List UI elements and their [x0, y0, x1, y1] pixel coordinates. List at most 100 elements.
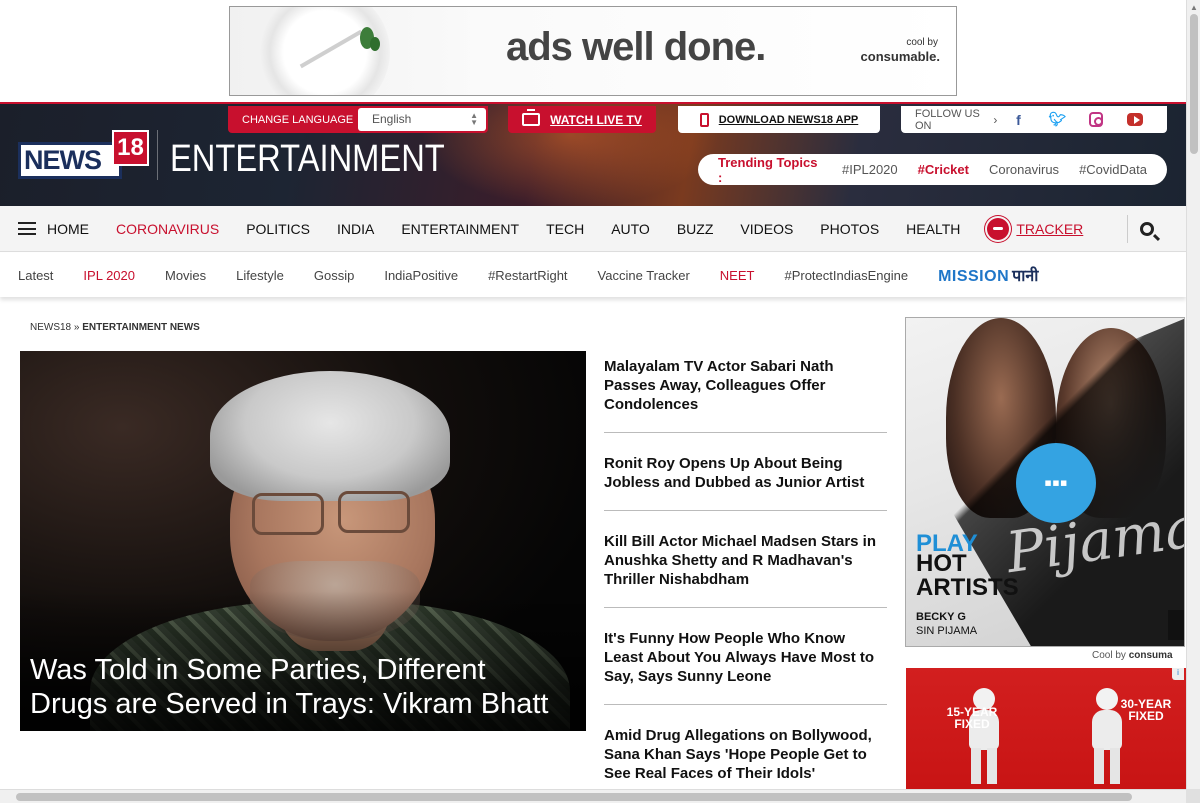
nav-item-politics[interactable]: POLITICS [246, 221, 310, 237]
play-icon[interactable]: ▪▪▪ [1016, 443, 1096, 523]
nav-divider [1127, 215, 1128, 243]
sub-nav: Latest IPL 2020 Movies Lifestyle Gossip … [0, 253, 1186, 297]
headline-item[interactable]: Malayalam TV Actor Sabari Nath Passes Aw… [604, 352, 887, 433]
subnav-item-gossip[interactable]: Gossip [314, 268, 354, 283]
nav-item-coronavirus[interactable]: CORONAVIRUS [116, 221, 219, 237]
change-language-bar: CHANGE LANGUAGE English ▲ ▼ [228, 106, 488, 133]
tracker-label: TRACKER [1016, 220, 1084, 237]
logo-number: 18 [112, 130, 149, 166]
subnav-item-restartright[interactable]: #RestartRight [488, 268, 567, 283]
trending-topic[interactable]: #IPL2020 [842, 162, 898, 177]
subnav-item-vaccine-tracker[interactable]: Vaccine Tracker [598, 268, 690, 283]
hero-story[interactable]: Was Told in Some Parties, Different Drug… [20, 351, 586, 731]
figure-leg [1110, 748, 1120, 784]
follow-us-bar: FOLLOW US ON › f 🐦︎ [901, 106, 1167, 133]
follow-us-label: FOLLOW US ON [915, 107, 980, 132]
watch-live-tv-button[interactable]: WATCH LIVE TV [508, 106, 656, 133]
trending-topic[interactable]: #Cricket [918, 162, 969, 177]
deezer-logo-icon [1168, 610, 1184, 640]
paani-text: पानी [1012, 268, 1039, 285]
ad-hot-text: HOT [916, 550, 967, 577]
scroll-up-icon[interactable]: ▲ [1190, 3, 1198, 12]
nav-item-buzz[interactable]: BUZZ [677, 221, 714, 237]
nav-item-home[interactable]: HOME [47, 221, 89, 237]
mission-paani-logo[interactable]: MISSION पानी [938, 264, 1038, 286]
horizontal-scroll-thumb[interactable] [16, 793, 1132, 801]
language-select[interactable]: English ▲ ▼ [358, 108, 486, 131]
headline-item[interactable]: Kill Bill Actor Michael Madsen Stars in … [604, 527, 887, 608]
ad-cool-by: cool by [906, 37, 938, 48]
trending-topic[interactable]: #CovidData [1079, 162, 1147, 177]
subnav-item-movies[interactable]: Movies [165, 268, 206, 283]
nav-item-auto[interactable]: AUTO [611, 221, 650, 237]
figure-leg [987, 748, 997, 784]
hamburger-menu-icon[interactable] [18, 222, 36, 235]
side-ad-cool-by-label: Cool by [1092, 650, 1126, 661]
nav-item-photos[interactable]: PHOTOS [820, 221, 879, 237]
vertical-scroll-thumb[interactable] [1190, 14, 1198, 154]
search-icon[interactable] [1140, 222, 1154, 236]
nav-item-tech[interactable]: TECH [546, 221, 584, 237]
breadcrumb-root[interactable]: NEWS18 [30, 322, 71, 333]
headline-item[interactable]: It's Funny How People Who Know Least Abo… [604, 624, 887, 705]
phone-icon [699, 112, 709, 127]
subnav-item-lifestyle[interactable]: Lifestyle [236, 268, 284, 283]
horizontal-scrollbar[interactable] [0, 789, 1186, 803]
twitter-icon[interactable]: 🐦︎ [1049, 111, 1067, 128]
watch-live-tv-label: WATCH LIVE TV [550, 112, 642, 127]
ad-label-30-year: 30-YEAR FIXED [1120, 697, 1172, 723]
subnav-item-neet[interactable]: NEET [720, 268, 755, 283]
hero-image-hair [210, 371, 450, 501]
headline-item[interactable]: Ronit Roy Opens Up About Being Jobless a… [604, 449, 887, 511]
virus-icon [987, 217, 1010, 240]
change-language-label: CHANGE LANGUAGE [242, 113, 354, 126]
hero-title[interactable]: Was Told in Some Parties, Different Drug… [30, 653, 570, 721]
site-header: CHANGE LANGUAGE English ▲ ▼ WATCH LIVE TV… [0, 102, 1186, 206]
figure-head [1096, 688, 1118, 710]
logo-text: NEWS [18, 142, 122, 179]
ad-label-15-year: 15-YEAR FIXED [946, 705, 998, 731]
side-ad-music[interactable]: Pijama ▪▪▪ PLAY HOT ARTISTS BECKY G SIN P… [905, 317, 1185, 647]
side-ad-brand: consuma [1128, 650, 1173, 661]
nav-item-india[interactable]: INDIA [337, 221, 374, 237]
header-divider [157, 130, 158, 180]
vertical-scrollbar[interactable]: ▲ [1186, 0, 1200, 803]
figure-leg [971, 748, 981, 784]
download-app-button[interactable]: DOWNLOAD NEWS18 APP [678, 106, 880, 133]
top-ad-area: ads well done. cool by consumable. [0, 0, 1200, 102]
facebook-icon[interactable]: f [1011, 112, 1025, 128]
breadcrumb-separator: » [71, 322, 83, 333]
nav-item-tracker[interactable]: TRACKER [987, 217, 1084, 240]
hero-image-glasses-left [252, 493, 324, 535]
side-ad-mortgage[interactable]: i 15-YEAR FIXED 30-YEAR FIXED [906, 668, 1186, 790]
subnav-item-latest[interactable]: Latest [18, 268, 53, 283]
instagram-icon[interactable] [1089, 112, 1104, 127]
breadcrumb: NEWS18 » ENTERTAINMENT NEWS [30, 322, 200, 333]
ad-artist-name: BECKY G [916, 611, 966, 623]
nav-item-health[interactable]: HEALTH [906, 221, 960, 237]
nav-item-videos[interactable]: VIDEOS [740, 221, 793, 237]
select-arrows-icon: ▲ ▼ [470, 111, 478, 127]
nav-item-entertainment[interactable]: ENTERTAINMENT [401, 221, 519, 237]
youtube-icon[interactable] [1127, 113, 1143, 126]
ad-leaf-image-2 [370, 37, 380, 51]
trending-label: Trending Topics : [718, 154, 818, 185]
side-ad-cool-by: Cool by consuma [1092, 650, 1173, 661]
language-select-value: English [372, 112, 412, 126]
trending-topics: Trending Topics : #IPL2020 #Cricket Coro… [698, 154, 1167, 185]
headline-list: Malayalam TV Actor Sabari Nath Passes Aw… [604, 352, 887, 803]
ad-hot-artists-text: HOT ARTISTS [916, 552, 1019, 600]
hero-image-glasses-right [338, 491, 410, 533]
top-banner-ad[interactable]: ads well done. cool by consumable. [229, 6, 957, 96]
ad-info-icon[interactable]: i [1172, 668, 1184, 680]
subnav-item-indiapositive[interactable]: IndiaPositive [384, 268, 458, 283]
subnav-item-ipl-2020[interactable]: IPL 2020 [83, 268, 135, 283]
trending-topic[interactable]: Coronavirus [989, 162, 1059, 177]
download-app-label: DOWNLOAD NEWS18 APP [718, 113, 859, 126]
subnav-item-protectindiasengine[interactable]: #ProtectIndiasEngine [784, 268, 908, 283]
main-nav: HOME CORONAVIRUS POLITICS INDIA ENTERTAI… [0, 206, 1186, 252]
news18-logo[interactable]: NEWS 18 [18, 130, 149, 179]
mission-text: MISSION [938, 268, 1010, 285]
ad-figure-1 [951, 688, 1017, 788]
tv-icon [522, 109, 541, 126]
